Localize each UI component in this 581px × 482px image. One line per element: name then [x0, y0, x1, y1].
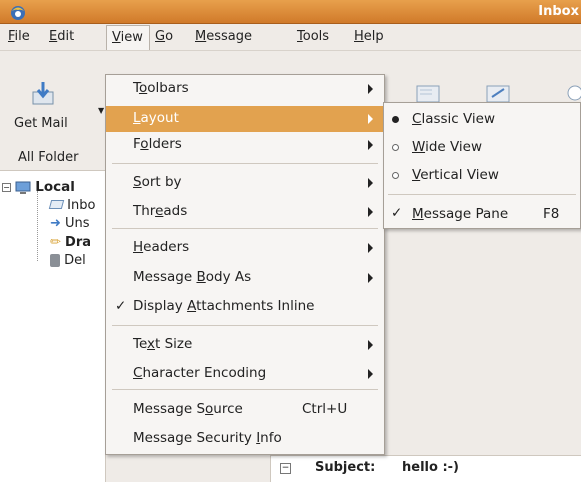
menu-file[interactable]: File [8, 29, 30, 44]
menu-item-sort-by[interactable]: Sort by [106, 170, 384, 196]
computer-icon [15, 181, 31, 194]
menu-message[interactable]: Message [195, 29, 252, 44]
menu-separator [112, 325, 378, 326]
drafts-icon: ✏ [50, 235, 61, 250]
tree-line [37, 191, 38, 261]
layout-message-pane-label: Message Pane [412, 206, 509, 222]
menu-item-message-body-as[interactable]: Message Body As [106, 265, 384, 291]
check-icon: ✓ [391, 205, 403, 221]
window-title: Inbox [538, 4, 579, 19]
layout-vertical-view[interactable]: Vertical View [384, 162, 580, 188]
menu-item-message-body-as-label: Message Body As [133, 269, 252, 285]
inbox-icon [48, 200, 65, 209]
menu-item-layout[interactable]: Layout [106, 106, 384, 132]
menu-go[interactable]: Go [155, 29, 173, 44]
menu-item-character-encoding-label: Character Encoding [133, 365, 267, 381]
menu-item-character-encoding[interactable]: Character Encoding [106, 361, 384, 387]
message-source-shortcut: Ctrl+U [302, 401, 348, 417]
layout-classic-view-label: Classic View [412, 111, 496, 127]
trash-icon [50, 254, 60, 267]
menu-separator [112, 163, 378, 164]
menu-item-message-security-info-label: Message Security Info [133, 430, 282, 446]
layout-classic-view[interactable]: Classic View [384, 106, 580, 132]
submenu-arrow-icon [368, 84, 373, 94]
submenu-arrow-icon [368, 114, 373, 124]
menu-item-headers[interactable]: Headers [106, 235, 384, 261]
radio-unselected-icon [392, 172, 399, 179]
get-mail-dropdown-arrow[interactable]: ▼ [98, 106, 104, 115]
menu-item-toolbars[interactable]: Toolbars [106, 76, 384, 102]
menu-item-threads[interactable]: Threads [106, 199, 384, 225]
menu-item-threads-label: Threads [133, 203, 188, 219]
menu-item-message-source-label: Message Source [133, 401, 243, 417]
folder-view-selector[interactable]: All Folder [18, 150, 78, 165]
menu-item-text-size-label: Text Size [133, 336, 193, 352]
submenu-arrow-icon [368, 140, 373, 150]
menu-item-sort-by-label: Sort by [133, 174, 182, 190]
menu-item-text-size[interactable]: Text Size [106, 332, 384, 358]
menu-separator [388, 194, 576, 195]
radio-selected-icon [392, 116, 399, 123]
folder-deleted[interactable]: Del [50, 253, 86, 268]
menu-tools[interactable]: Tools [297, 29, 329, 44]
submenu-arrow-icon [368, 369, 373, 379]
menu-item-message-source[interactable]: Message Source Ctrl+U [106, 397, 384, 423]
collapse-icon[interactable]: − [2, 183, 11, 192]
menu-item-display-attachments-inline[interactable]: ✓ Display Attachments Inline [106, 294, 384, 320]
submenu-arrow-icon [368, 178, 373, 188]
local-folders-row[interactable]: − Local [2, 179, 75, 195]
message-pane-shortcut: F8 [543, 206, 560, 222]
folder-unsent-label: Uns [65, 216, 90, 231]
get-mail-icon[interactable] [30, 80, 56, 106]
get-mail-label[interactable]: Get Mail [14, 116, 68, 131]
menu-item-message-security-info[interactable]: Message Security Info [106, 426, 384, 452]
thunderbird-icon [11, 6, 25, 20]
title-bar: Inbox [0, 0, 581, 24]
folder-inbox-label: Inbo [67, 198, 96, 213]
folder-drafts-label: Dra [65, 235, 92, 250]
unsent-icon: ➜ [50, 216, 61, 231]
menu-item-display-attachments-inline-label: Display Attachments Inline [133, 298, 315, 314]
layout-message-pane[interactable]: ✓ Message Pane F8 [384, 201, 580, 227]
menu-item-layout-label: Layout [133, 110, 179, 126]
submenu-arrow-icon [368, 243, 373, 253]
menu-item-toolbars-label: Toolbars [133, 80, 189, 96]
folder-unsent[interactable]: ➜ Uns [50, 216, 90, 231]
folder-deleted-label: Del [64, 253, 86, 268]
message-header: − Subject: hello :-) [270, 455, 581, 482]
radio-unselected-icon [392, 144, 399, 151]
header-collapse-icon[interactable]: − [280, 463, 291, 474]
folder-drafts[interactable]: ✏ Dra [50, 235, 91, 250]
menu-separator [112, 228, 378, 229]
menu-separator [112, 389, 378, 390]
submenu-arrow-icon [368, 273, 373, 283]
local-folders-label: Local [35, 179, 75, 195]
menu-view[interactable]: View [106, 25, 150, 51]
menu-help[interactable]: Help [354, 29, 384, 44]
submenu-arrow-icon [368, 207, 373, 217]
submenu-arrow-icon [368, 340, 373, 350]
view-menu: Toolbars Layout Folders Sort by Threads … [105, 74, 385, 455]
folder-inbox[interactable]: Inbo [48, 198, 96, 213]
menu-item-headers-label: Headers [133, 239, 190, 255]
layout-submenu: Classic View Wide View Vertical View ✓ M… [383, 102, 581, 229]
menu-item-folders-label: Folders [133, 136, 182, 152]
subject-value: hello :-) [402, 460, 459, 475]
layout-wide-view[interactable]: Wide View [384, 134, 580, 160]
menu-bar: File Edit View Go Message Tools Help [0, 24, 581, 51]
subject-label: Subject: [315, 460, 376, 475]
menu-edit[interactable]: Edit [49, 29, 74, 44]
layout-vertical-view-label: Vertical View [412, 167, 499, 183]
menu-item-folders[interactable]: Folders [106, 132, 384, 158]
layout-wide-view-label: Wide View [412, 139, 483, 155]
check-icon: ✓ [115, 298, 127, 314]
